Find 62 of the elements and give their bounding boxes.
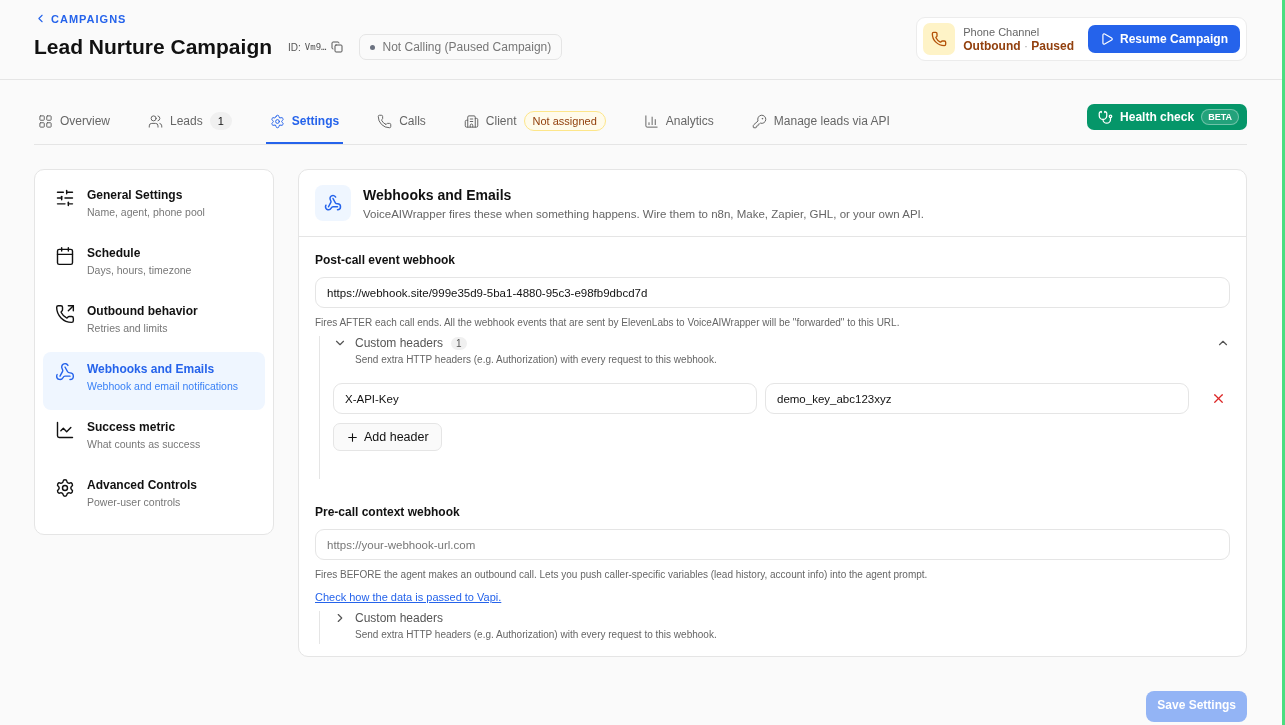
header-value-field[interactable]: demo_key_abc123xyz bbox=[765, 383, 1189, 414]
docs-link[interactable]: Check how the data is passed to Vapi. bbox=[315, 591, 502, 603]
id-label: ID: bbox=[288, 41, 301, 53]
key-icon bbox=[751, 113, 767, 129]
phone-icon bbox=[923, 23, 956, 55]
play-icon bbox=[1099, 32, 1114, 46]
beta-badge: BETA bbox=[1201, 109, 1239, 125]
phone-icon bbox=[377, 113, 393, 129]
sliders-icon bbox=[55, 188, 75, 208]
sidebar-item[interactable]: General Settings Name, agent, phone pool bbox=[43, 178, 265, 236]
tab[interactable]: Client Not assigned bbox=[459, 100, 610, 144]
gear-icon bbox=[269, 113, 285, 129]
line-chart-icon bbox=[55, 420, 75, 440]
help-text: Fires BEFORE the agent makes an outbound call. Lets you push caller-specific variables (lead history, account info) into the agent prompt. bbox=[315, 569, 929, 580]
gear-icon bbox=[55, 478, 75, 498]
building-icon bbox=[463, 113, 479, 129]
status-pill: Not Calling (Paused Campaign) bbox=[358, 34, 563, 60]
custom-headers-description: Send extra HTTP headers (e.g. Authorization) with every request to this webhook. bbox=[355, 354, 718, 365]
webhook-icon bbox=[55, 362, 75, 382]
tab[interactable]: Settings bbox=[265, 100, 344, 144]
people-icon bbox=[148, 113, 163, 129]
status-badge: Not assigned bbox=[523, 111, 606, 131]
field-label: Pre-call context webhook bbox=[315, 505, 461, 519]
add-header-button[interactable]: Add header bbox=[333, 423, 442, 451]
stethoscope-icon bbox=[1098, 109, 1114, 125]
panel-description: VoiceAIWrapper fires these when something happens. Wire them to n8n, Make, Zapier, GHL, or your own API. bbox=[363, 207, 924, 220]
channel-state: Outbound · Paused bbox=[963, 38, 1074, 53]
back-link[interactable]: CAMPAIGNS bbox=[34, 12, 563, 25]
help-text: Fires AFTER each call ends. All the webhook events that are sent by ElevenLabs to VoiceAIWrapper will be "forwarded" to this URL. bbox=[315, 317, 901, 328]
plus-icon bbox=[346, 430, 359, 444]
calendar-icon bbox=[55, 246, 75, 266]
custom-headers-toggle[interactable]: Custom headers 1 bbox=[333, 336, 467, 350]
sidebar-item[interactable]: Schedule Days, hours, timezone bbox=[43, 236, 265, 294]
url-field[interactable]: https://webhook.site/999e35d9-5ba1-4880-95c3-e98fb9dbcd7d bbox=[315, 277, 1230, 308]
health-check-button[interactable]: Health check BETA bbox=[1087, 104, 1247, 130]
resume-campaign-button[interactable]: Resume Campaign bbox=[1087, 25, 1240, 53]
sidebar-item[interactable]: Outbound behavior Retries and limits bbox=[43, 294, 265, 352]
tab[interactable]: Analytics bbox=[639, 100, 718, 144]
sidebar-item[interactable]: Success metric What counts as success bbox=[43, 410, 265, 468]
channel-label: Phone Channel bbox=[963, 25, 1041, 38]
tab[interactable]: Leads 1 bbox=[144, 100, 236, 144]
custom-headers-toggle[interactable]: Custom headers bbox=[333, 611, 444, 625]
url-field[interactable]: https://your-webhook-url.com bbox=[315, 529, 1230, 560]
tab[interactable]: Manage leads via API bbox=[747, 100, 894, 144]
grid-icon bbox=[38, 113, 53, 129]
field-label: Post-call event webhook bbox=[315, 253, 457, 267]
close-icon[interactable] bbox=[1211, 391, 1226, 406]
webhook-icon bbox=[315, 185, 351, 221]
phone-outgoing-icon bbox=[55, 304, 75, 324]
count-badge: 1 bbox=[209, 112, 232, 130]
sidebar-item[interactable]: Webhooks and Emails Webhook and email notifications bbox=[43, 352, 265, 410]
count-badge: 1 bbox=[451, 336, 467, 350]
tab[interactable]: Overview bbox=[34, 100, 114, 144]
tab[interactable]: Calls bbox=[373, 100, 430, 144]
panel-title: Webhooks and Emails bbox=[363, 186, 513, 203]
copy-icon[interactable] bbox=[330, 41, 343, 53]
page-title: Lead Nurture Campaign bbox=[34, 35, 273, 59]
id-value: Vm9… bbox=[304, 42, 327, 52]
header-name-field[interactable]: X-API-Key bbox=[333, 383, 757, 414]
custom-headers-description: Send extra HTTP headers (e.g. Authorization) with every request to this webhook. bbox=[355, 629, 718, 640]
bar-chart-icon bbox=[643, 113, 659, 129]
sidebar-item[interactable]: Advanced Controls Power-user controls bbox=[43, 468, 265, 526]
